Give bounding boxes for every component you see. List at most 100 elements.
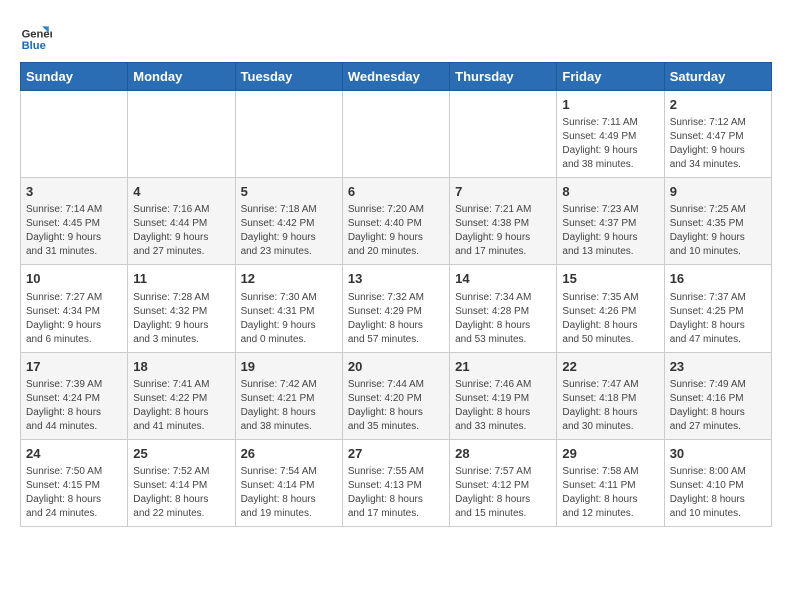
day-number: 9 xyxy=(670,183,766,201)
calendar-table: SundayMondayTuesdayWednesdayThursdayFrid… xyxy=(20,62,772,527)
day-info: Sunrise: 7:23 AM Sunset: 4:37 PM Dayligh… xyxy=(562,203,658,259)
day-info: Sunrise: 7:41 AM Sunset: 4:22 PM Dayligh… xyxy=(133,378,229,434)
day-number: 25 xyxy=(133,445,229,463)
day-cell xyxy=(128,91,235,178)
day-number: 16 xyxy=(670,270,766,288)
day-number: 20 xyxy=(348,358,444,376)
day-info: Sunrise: 7:46 AM Sunset: 4:19 PM Dayligh… xyxy=(455,378,551,434)
day-cell: 8Sunrise: 7:23 AM Sunset: 4:37 PM Daylig… xyxy=(557,178,664,265)
week-row-0: 1Sunrise: 7:11 AM Sunset: 4:49 PM Daylig… xyxy=(21,91,772,178)
day-cell: 19Sunrise: 7:42 AM Sunset: 4:21 PM Dayli… xyxy=(235,352,342,439)
day-info: Sunrise: 7:14 AM Sunset: 4:45 PM Dayligh… xyxy=(26,203,122,259)
calendar-header: SundayMondayTuesdayWednesdayThursdayFrid… xyxy=(21,63,772,91)
day-number: 30 xyxy=(670,445,766,463)
day-cell: 15 Sunrise: 7:35 AM Sunset: 4:26 PM Dayli… xyxy=(557,265,664,352)
day-number: 10 xyxy=(26,270,122,288)
day-cell: 12Sunrise: 7:30 AM Sunset: 4:31 PM Dayli… xyxy=(235,265,342,352)
day-cell: 30 Sunrise: 8:00 AM Sunset: 4:10 PM Dayli… xyxy=(664,439,771,526)
day-info: Sunrise: 7:30 AM Sunset: 4:31 PM Dayligh… xyxy=(241,291,337,347)
day-info: Sunrise: 7:16 AM Sunset: 4:44 PM Dayligh… xyxy=(133,203,229,259)
day-info: Sunrise: 7:21 AM Sunset: 4:38 PM Dayligh… xyxy=(455,203,551,259)
day-info: Sunrise: 7:47 AM Sunset: 4:18 PM Dayligh… xyxy=(562,378,658,434)
week-row-1: 3 Sunrise: 7:14 AM Sunset: 4:45 PM Daylig… xyxy=(21,178,772,265)
svg-text:Blue: Blue xyxy=(22,40,46,52)
day-cell: 18 Sunrise: 7:41 AM Sunset: 4:22 PM Dayli… xyxy=(128,352,235,439)
day-cell: 3 Sunrise: 7:14 AM Sunset: 4:45 PM Daylig… xyxy=(21,178,128,265)
day-cell: 4 Sunrise: 7:16 AM Sunset: 4:44 PM Daylig… xyxy=(128,178,235,265)
header-friday: Friday xyxy=(557,63,664,91)
week-row-4: 24 Sunrise: 7:50 AM Sunset: 4:15 PM Dayli… xyxy=(21,439,772,526)
header-tuesday: Tuesday xyxy=(235,63,342,91)
day-cell xyxy=(450,91,557,178)
day-cell: 1Sunrise: 7:11 AM Sunset: 4:49 PM Daylig… xyxy=(557,91,664,178)
day-number: 17 xyxy=(26,358,122,376)
day-number: 28 xyxy=(455,445,551,463)
day-info: Sunrise: 7:44 AM Sunset: 4:20 PM Dayligh… xyxy=(348,378,444,434)
header-thursday: Thursday xyxy=(450,63,557,91)
day-cell: 14Sunrise: 7:34 AM Sunset: 4:28 PM Dayli… xyxy=(450,265,557,352)
day-cell: 7 Sunrise: 7:21 AM Sunset: 4:38 PM Daylig… xyxy=(450,178,557,265)
day-cell: 25 Sunrise: 7:52 AM Sunset: 4:14 PM Dayli… xyxy=(128,439,235,526)
day-cell: 21 Sunrise: 7:46 AM Sunset: 4:19 PM Dayli… xyxy=(450,352,557,439)
day-info: Sunrise: 7:12 AM Sunset: 4:47 PM Dayligh… xyxy=(670,116,766,172)
logo: General Blue xyxy=(20,20,56,52)
day-info: Sunrise: 7:27 AM Sunset: 4:34 PM Dayligh… xyxy=(26,291,122,347)
day-info: Sunrise: 7:42 AM Sunset: 4:21 PM Dayligh… xyxy=(241,378,337,434)
day-cell: 9 Sunrise: 7:25 AM Sunset: 4:35 PM Daylig… xyxy=(664,178,771,265)
day-cell: 24 Sunrise: 7:50 AM Sunset: 4:15 PM Dayli… xyxy=(21,439,128,526)
day-number: 2 xyxy=(670,96,766,114)
day-number: 15 xyxy=(562,270,658,288)
day-info: Sunrise: 7:58 AM Sunset: 4:11 PM Dayligh… xyxy=(562,465,658,521)
header: General Blue xyxy=(20,20,772,52)
day-number: 11 xyxy=(133,270,229,288)
day-number: 3 xyxy=(26,183,122,201)
day-info: Sunrise: 7:49 AM Sunset: 4:16 PM Dayligh… xyxy=(670,378,766,434)
day-number: 5 xyxy=(241,183,337,201)
day-info: Sunrise: 7:52 AM Sunset: 4:14 PM Dayligh… xyxy=(133,465,229,521)
header-wednesday: Wednesday xyxy=(342,63,449,91)
logo-icon: General Blue xyxy=(20,20,52,52)
day-number: 7 xyxy=(455,183,551,201)
week-row-2: 10 Sunrise: 7:27 AM Sunset: 4:34 PM Dayli… xyxy=(21,265,772,352)
day-info: Sunrise: 7:25 AM Sunset: 4:35 PM Dayligh… xyxy=(670,203,766,259)
day-cell: 20 Sunrise: 7:44 AM Sunset: 4:20 PM Dayli… xyxy=(342,352,449,439)
day-cell: 16Sunrise: 7:37 AM Sunset: 4:25 PM Dayli… xyxy=(664,265,771,352)
header-row: SundayMondayTuesdayWednesdayThursdayFrid… xyxy=(21,63,772,91)
day-info: Sunrise: 7:55 AM Sunset: 4:13 PM Dayligh… xyxy=(348,465,444,521)
day-cell: 10 Sunrise: 7:27 AM Sunset: 4:34 PM Dayli… xyxy=(21,265,128,352)
day-info: Sunrise: 7:50 AM Sunset: 4:15 PM Dayligh… xyxy=(26,465,122,521)
header-monday: Monday xyxy=(128,63,235,91)
day-number: 29 xyxy=(562,445,658,463)
day-info: Sunrise: 8:00 AM Sunset: 4:10 PM Dayligh… xyxy=(670,465,766,521)
day-cell: 13 Sunrise: 7:32 AM Sunset: 4:29 PM Dayli… xyxy=(342,265,449,352)
day-info: Sunrise: 7:35 AM Sunset: 4:26 PM Dayligh… xyxy=(562,291,658,347)
header-saturday: Saturday xyxy=(664,63,771,91)
day-number: 21 xyxy=(455,358,551,376)
calendar-body: 1Sunrise: 7:11 AM Sunset: 4:49 PM Daylig… xyxy=(21,91,772,527)
week-row-3: 17 Sunrise: 7:39 AM Sunset: 4:24 PM Dayli… xyxy=(21,352,772,439)
day-cell: 29 Sunrise: 7:58 AM Sunset: 4:11 PM Dayli… xyxy=(557,439,664,526)
day-number: 6 xyxy=(348,183,444,201)
day-cell xyxy=(235,91,342,178)
day-cell: 17 Sunrise: 7:39 AM Sunset: 4:24 PM Dayli… xyxy=(21,352,128,439)
day-number: 13 xyxy=(348,270,444,288)
day-cell: 28 Sunrise: 7:57 AM Sunset: 4:12 PM Dayli… xyxy=(450,439,557,526)
day-number: 18 xyxy=(133,358,229,376)
day-info: Sunrise: 7:32 AM Sunset: 4:29 PM Dayligh… xyxy=(348,291,444,347)
day-info: Sunrise: 7:54 AM Sunset: 4:14 PM Dayligh… xyxy=(241,465,337,521)
day-cell xyxy=(342,91,449,178)
day-number: 4 xyxy=(133,183,229,201)
day-cell: 22Sunrise: 7:47 AM Sunset: 4:18 PM Dayli… xyxy=(557,352,664,439)
day-cell: 27 Sunrise: 7:55 AM Sunset: 4:13 PM Dayli… xyxy=(342,439,449,526)
day-number: 14 xyxy=(455,270,551,288)
day-info: Sunrise: 7:39 AM Sunset: 4:24 PM Dayligh… xyxy=(26,378,122,434)
day-cell xyxy=(21,91,128,178)
day-number: 23 xyxy=(670,358,766,376)
day-info: Sunrise: 7:57 AM Sunset: 4:12 PM Dayligh… xyxy=(455,465,551,521)
day-info: Sunrise: 7:28 AM Sunset: 4:32 PM Dayligh… xyxy=(133,291,229,347)
day-info: Sunrise: 7:20 AM Sunset: 4:40 PM Dayligh… xyxy=(348,203,444,259)
header-sunday: Sunday xyxy=(21,63,128,91)
day-number: 27 xyxy=(348,445,444,463)
day-number: 24 xyxy=(26,445,122,463)
day-cell: 23 Sunrise: 7:49 AM Sunset: 4:16 PM Dayli… xyxy=(664,352,771,439)
